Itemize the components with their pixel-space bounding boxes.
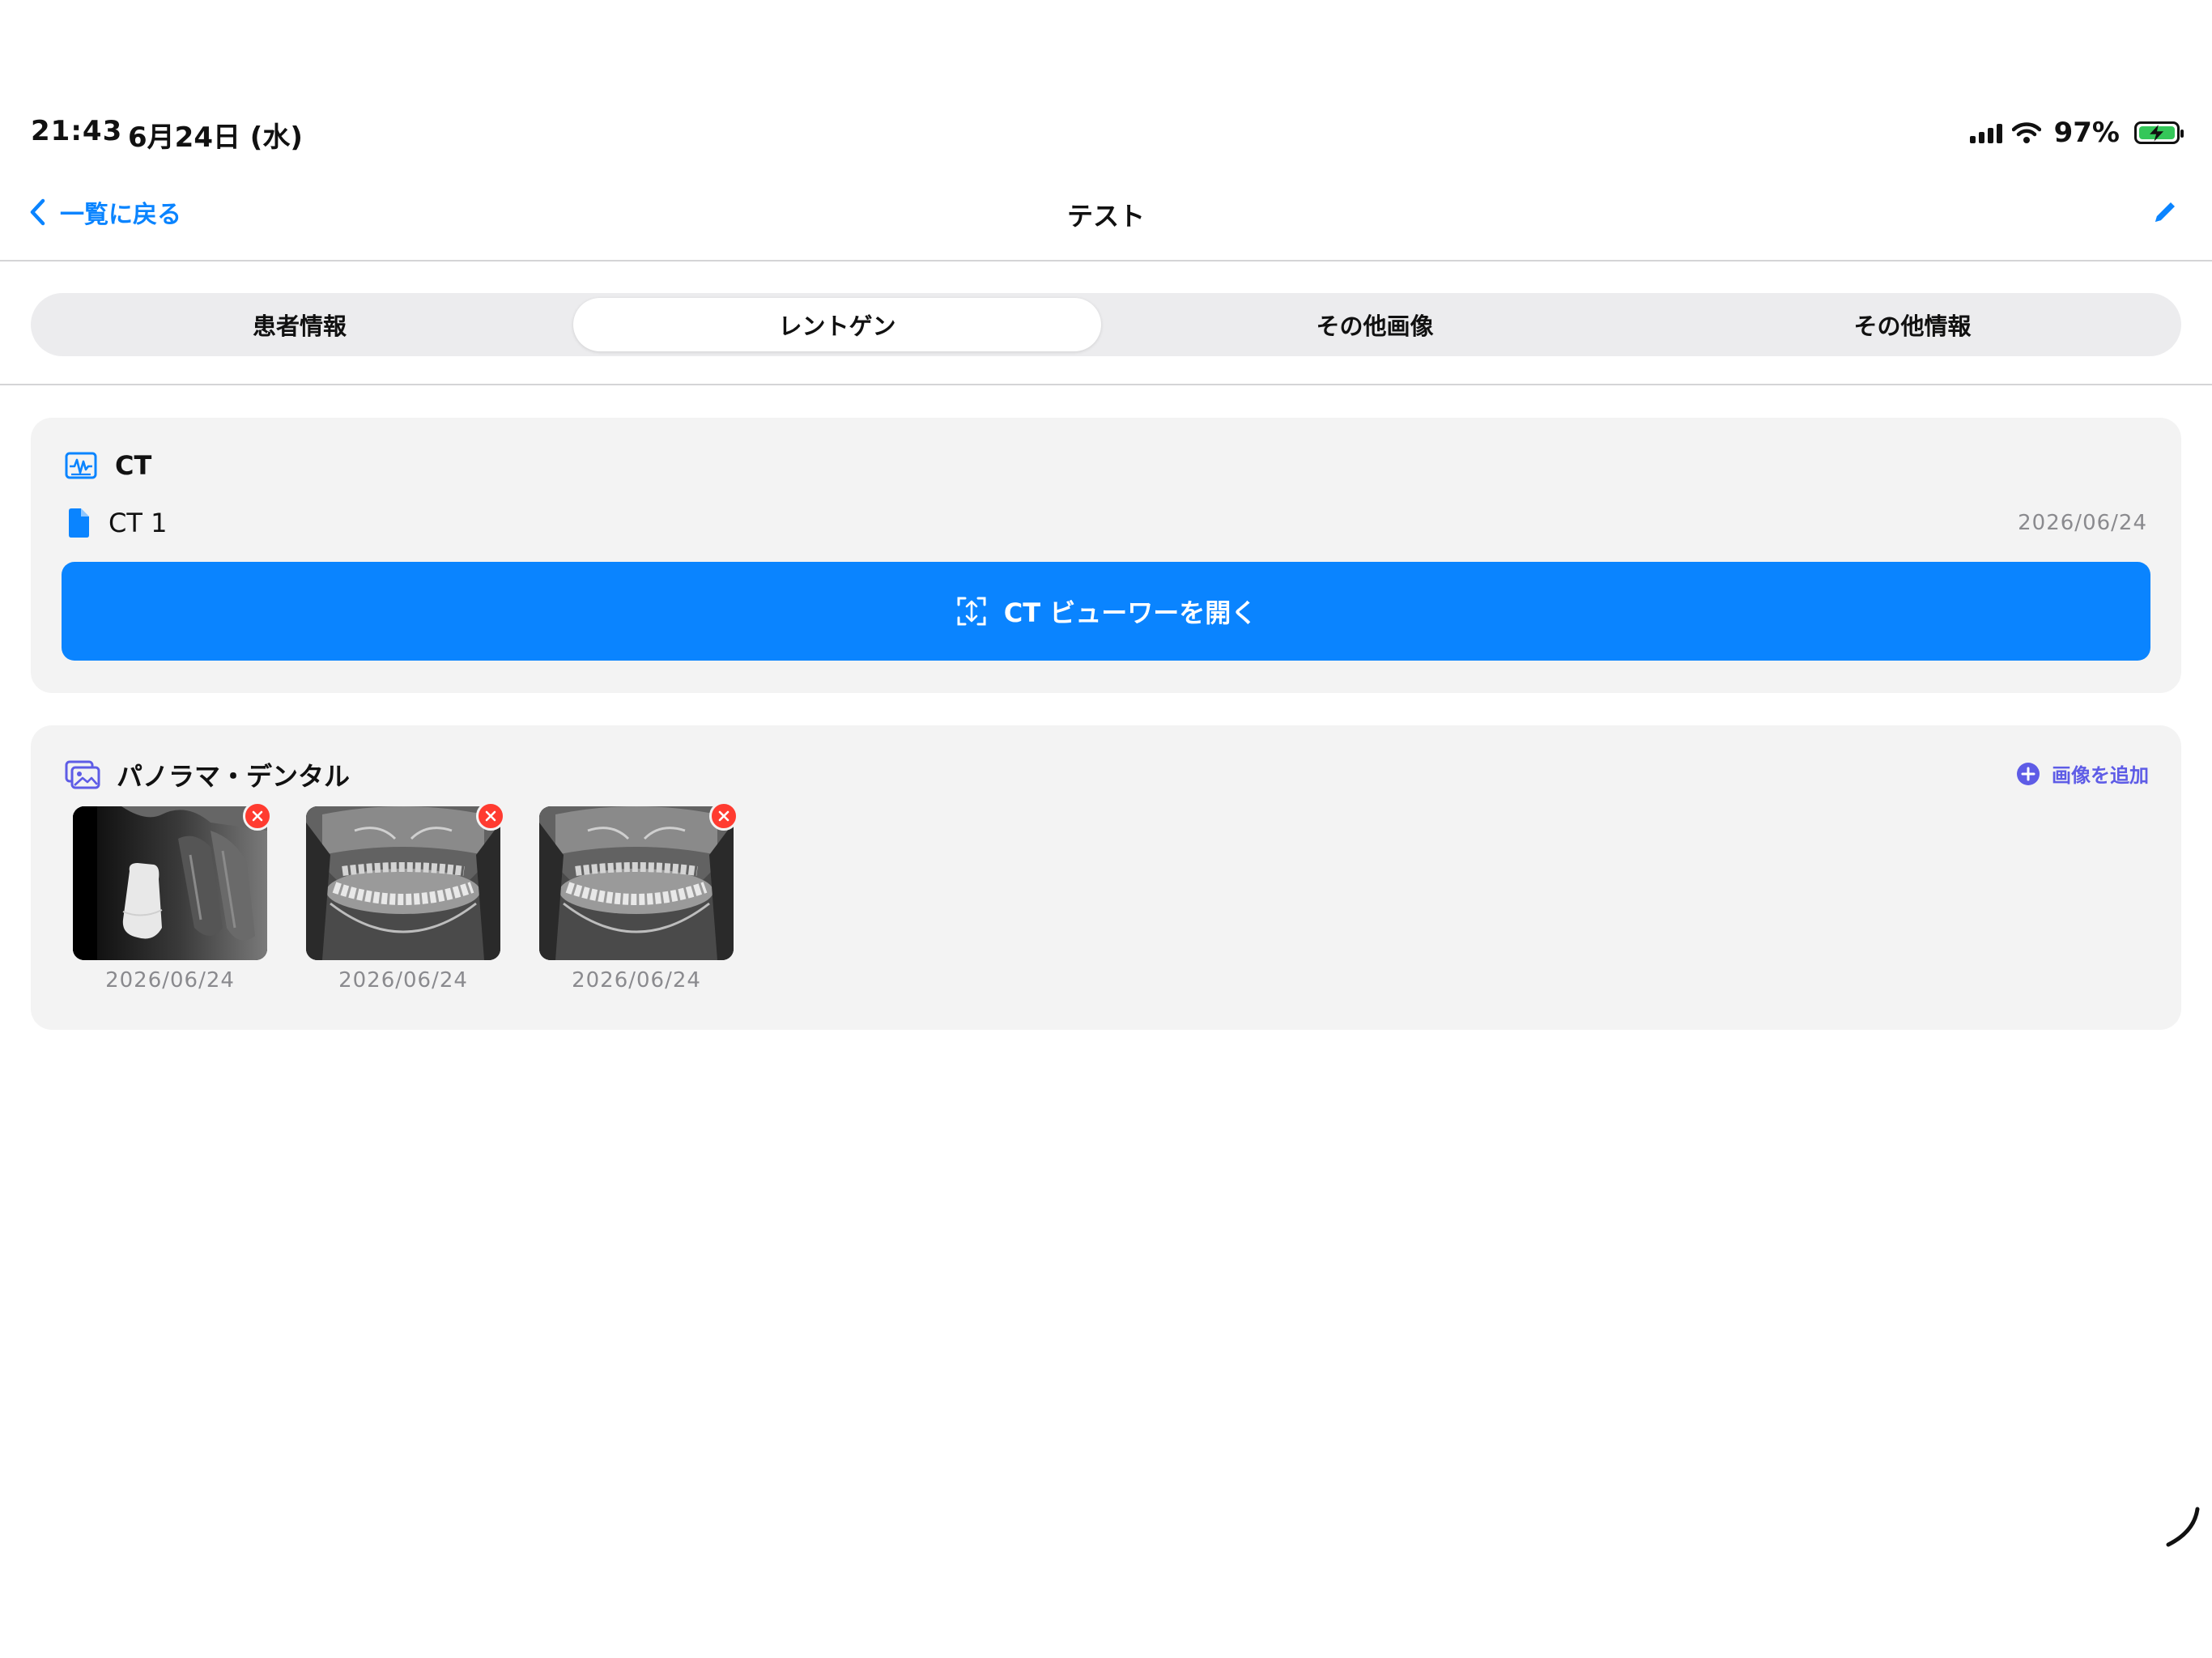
status-time: 21:43 bbox=[31, 115, 123, 147]
pano-section-title: パノラマ・デンタル bbox=[117, 761, 351, 792]
dental-xray-thumbnail[interactable] bbox=[73, 806, 267, 960]
pano-header: パノラマ・デンタル bbox=[65, 756, 350, 793]
status-date: 6月24日 (水) bbox=[128, 121, 303, 154]
ct-card: CT CT 1 2026/06/24 CT ビューワーを開く bbox=[31, 418, 2181, 693]
nav-divider bbox=[0, 260, 2212, 261]
delete-image-button[interactable] bbox=[709, 801, 738, 831]
tab-bar: 患者情報 レントゲン その他画像 その他情報 bbox=[31, 293, 2181, 356]
pencil-hover-stroke bbox=[2166, 1507, 2200, 1547]
panoramic-xray-thumbnail[interactable] bbox=[306, 806, 500, 960]
page-title: テスト bbox=[1066, 201, 1145, 232]
waveform-icon bbox=[65, 452, 97, 479]
battery-charging-icon bbox=[2134, 121, 2184, 144]
delete-image-button[interactable] bbox=[243, 801, 272, 831]
open-ct-viewer-button[interactable]: CT ビューワーを開く bbox=[62, 562, 2150, 661]
panoramic-xray-thumbnail[interactable] bbox=[539, 806, 734, 960]
status-indicators: 97% bbox=[1969, 117, 2184, 149]
wifi-icon bbox=[2011, 122, 2041, 143]
cellular-signal-icon bbox=[1969, 122, 2002, 143]
image-date: 2026/06/24 bbox=[105, 968, 235, 993]
add-image-label: 画像を追加 bbox=[2052, 764, 2149, 787]
tab-divider bbox=[0, 384, 2212, 385]
photo-stack-icon bbox=[65, 760, 100, 789]
image-thumbnail-item: 2026/06/24 bbox=[73, 801, 272, 993]
tab-other-images[interactable]: その他画像 bbox=[1111, 298, 1639, 351]
open-ct-viewer-label: CT ビューワーを開く bbox=[1003, 597, 1257, 628]
pencil-icon[interactable] bbox=[2150, 198, 2180, 227]
close-icon bbox=[485, 810, 496, 822]
tab-other-info[interactable]: その他情報 bbox=[1648, 298, 2176, 351]
status-bar: 21:43 6月24日 (水) 97% bbox=[0, 0, 2212, 162]
document-icon bbox=[69, 508, 89, 538]
delete-image-button[interactable] bbox=[476, 801, 505, 831]
add-image-button[interactable]: 画像を追加 bbox=[2016, 759, 2149, 788]
ct-section-title: CT bbox=[115, 450, 152, 481]
ct-file-row[interactable]: CT 1 2026/06/24 bbox=[66, 505, 2147, 541]
ct-file-date: 2026/06/24 bbox=[2018, 511, 2147, 535]
image-date: 2026/06/24 bbox=[338, 968, 468, 993]
pano-card: パノラマ・デンタル 画像を追加 2026/06/24 2026/06/24 20… bbox=[31, 725, 2181, 1030]
tab-xray[interactable]: レントゲン bbox=[573, 298, 1101, 351]
plus-circle-icon bbox=[2017, 762, 2040, 785]
image-thumbnails: 2026/06/24 2026/06/24 2026/06/24 bbox=[73, 801, 738, 993]
battery-percent: 97% bbox=[2053, 117, 2120, 149]
3d-rotate-icon bbox=[957, 597, 986, 626]
image-thumbnail-item: 2026/06/24 bbox=[539, 801, 738, 993]
image-date: 2026/06/24 bbox=[572, 968, 701, 993]
ct-header: CT bbox=[65, 450, 151, 481]
image-thumbnail-item: 2026/06/24 bbox=[306, 801, 505, 993]
close-icon bbox=[252, 810, 263, 822]
ct-file-name: CT 1 bbox=[108, 508, 168, 538]
close-icon bbox=[718, 810, 730, 822]
tab-patient-info[interactable]: 患者情報 bbox=[36, 298, 564, 351]
